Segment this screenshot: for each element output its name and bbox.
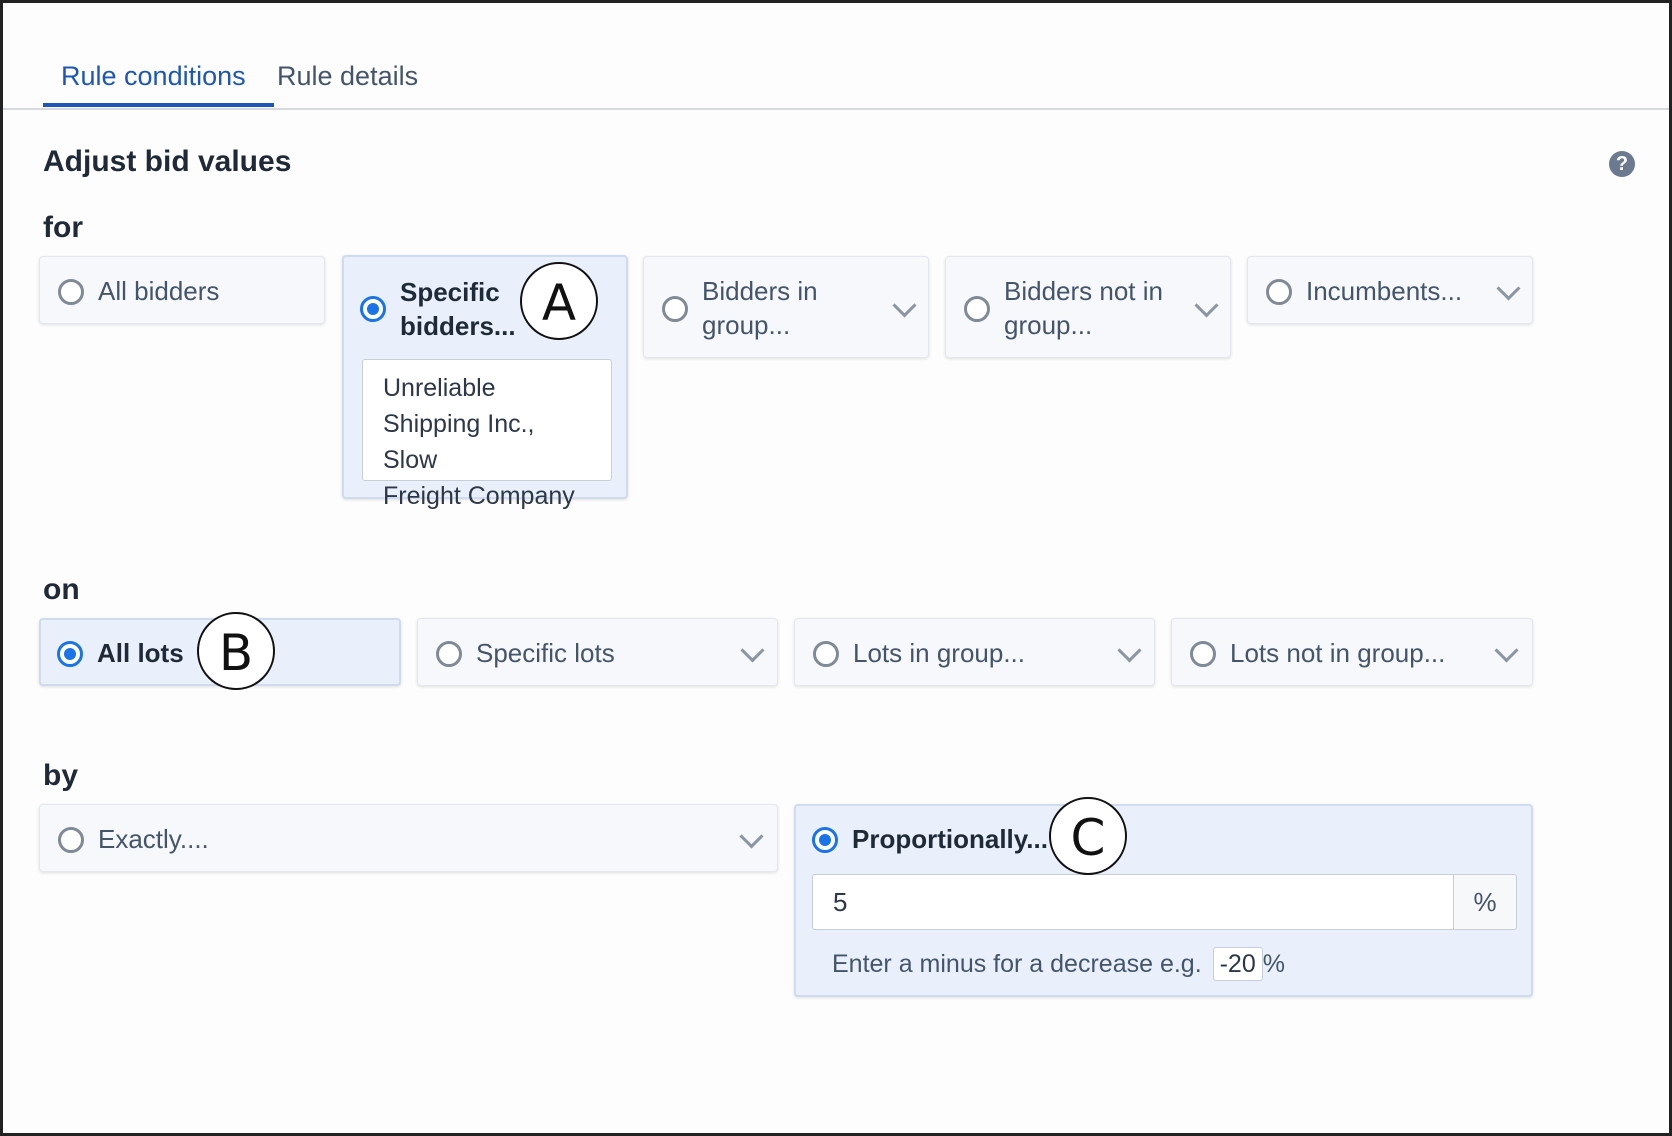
radio-exactly[interactable] [58, 827, 84, 853]
option-label: All bidders [98, 276, 220, 306]
radio-lots-in-group[interactable] [813, 641, 839, 667]
hint-example-unit: % [1262, 950, 1285, 978]
radio-specific-bidders[interactable] [360, 296, 386, 322]
option-specific-lots[interactable]: Specific lots [417, 618, 778, 686]
page-title: Adjust bid values [43, 145, 292, 178]
option-label: Proportionally... [852, 824, 1048, 854]
radio-incumbents[interactable] [1266, 279, 1292, 305]
by-section-label: by [43, 759, 79, 792]
radio-all-bidders[interactable] [58, 279, 84, 305]
option-label-line2: group... [1004, 310, 1093, 340]
option-bidders-in-group[interactable]: Bidders in group... [643, 256, 929, 358]
hint-text: Enter a minus for a decrease e.g. -20% [832, 946, 1285, 982]
selected-bidders-field[interactable]: Unreliable Shipping Inc., Slow Freight C… [362, 359, 612, 510]
radio-bidders-in-group[interactable] [662, 296, 688, 322]
option-proportionally[interactable]: Proportionally... 5 % Enter a minus for … [794, 804, 1533, 997]
help-icon[interactable]: ? [1609, 151, 1635, 177]
chevron-down-icon[interactable] [1494, 638, 1519, 663]
radio-specific-lots[interactable] [436, 641, 462, 667]
radio-proportionally[interactable] [812, 827, 838, 853]
chevron-down-icon[interactable] [1496, 276, 1521, 301]
option-lots-not-in-group[interactable]: Lots not in group... [1171, 618, 1533, 686]
option-label: Lots not in group... [1230, 638, 1446, 668]
option-label: Incumbents... [1306, 276, 1463, 306]
active-tab-indicator [43, 103, 274, 107]
option-label-line1: Specific [400, 277, 500, 307]
option-label: Lots in group... [853, 638, 1025, 668]
percentage-input[interactable]: 5 [812, 874, 1454, 930]
tab-rule-details[interactable]: Rule details [277, 61, 418, 92]
option-lots-in-group[interactable]: Lots in group... [794, 618, 1155, 686]
option-label: Specific lots [476, 638, 615, 668]
tab-rule-conditions[interactable]: Rule conditions [61, 61, 246, 92]
chevron-down-icon[interactable] [892, 293, 917, 318]
option-label-line1: Bidders in [702, 276, 818, 306]
radio-all-lots[interactable] [57, 641, 83, 667]
option-label-line1: Bidders not in [1004, 276, 1163, 306]
selected-bidders-line: Unreliable [383, 374, 496, 402]
for-section-label: for [43, 211, 83, 244]
option-bidders-not-in-group[interactable]: Bidders not in group... [945, 256, 1231, 358]
option-all-bidders[interactable]: All bidders [39, 256, 325, 324]
hint-example-value: -20 [1212, 947, 1263, 981]
tab-bar: Rule conditions Rule details [3, 3, 1669, 110]
rule-panel: Rule conditions Rule details Adjust bid … [0, 0, 1672, 1136]
chevron-down-icon[interactable] [1194, 293, 1219, 318]
chevron-down-icon[interactable] [739, 824, 764, 849]
radio-bidders-not-in-group[interactable] [964, 296, 990, 322]
option-label: All lots [97, 638, 184, 668]
option-label-line2: bidders... [400, 311, 516, 341]
selected-bidders-line: Freight Company [383, 482, 575, 510]
callout-c: C [1049, 797, 1127, 875]
chevron-down-icon[interactable] [740, 638, 765, 663]
callout-a: A [520, 262, 598, 340]
option-incumbents[interactable]: Incumbents... [1247, 256, 1533, 324]
chevron-down-icon[interactable] [1117, 638, 1142, 663]
selected-bidders-line: Shipping Inc., Slow [383, 410, 535, 474]
callout-b: B [197, 612, 275, 690]
option-exactly[interactable]: Exactly.... [39, 804, 778, 872]
option-label: Exactly.... [98, 824, 209, 854]
hint-text-label: Enter a minus for a decrease e.g. [832, 950, 1202, 978]
option-label-line2: group... [702, 310, 791, 340]
on-section-label: on [43, 573, 80, 606]
radio-lots-not-in-group[interactable] [1190, 641, 1216, 667]
percent-addon: % [1453, 874, 1517, 930]
